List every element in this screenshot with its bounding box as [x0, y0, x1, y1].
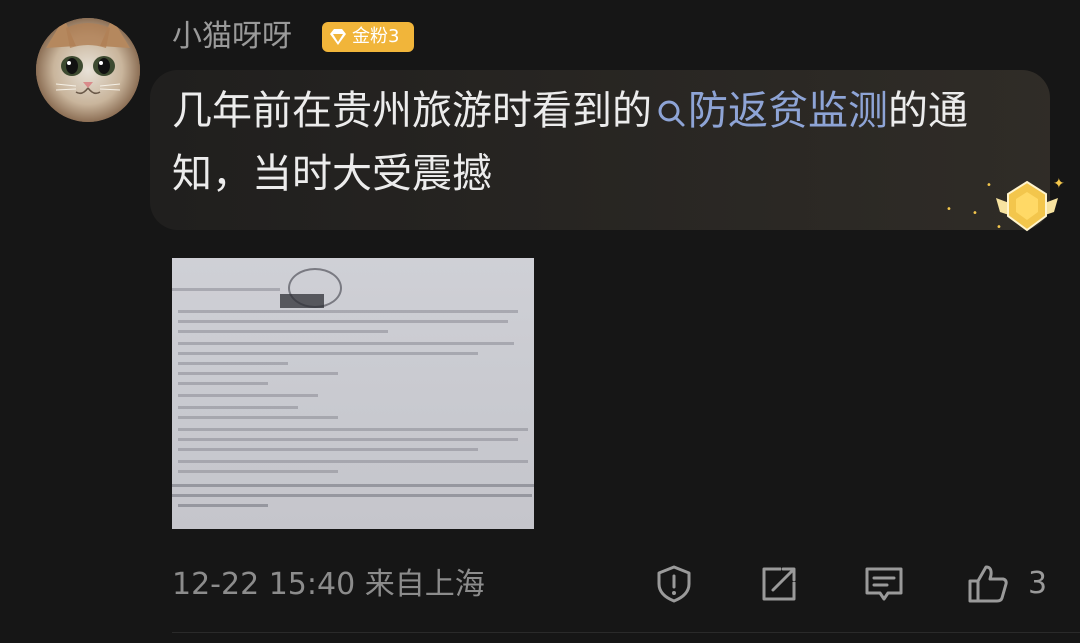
sparkle-icon: •	[972, 208, 978, 219]
comment-icon	[865, 567, 903, 601]
search-icon	[658, 100, 685, 127]
timestamp: 12-22 15:40	[172, 567, 356, 602]
sparkle-icon: •	[996, 222, 1002, 233]
reply-button[interactable]	[862, 562, 906, 606]
username[interactable]: 小猫呀呀	[172, 14, 292, 60]
comment-meta: 12-22 15:40 来自上海	[172, 560, 485, 610]
sparkle-icon: ✦	[1053, 176, 1065, 192]
topic-link-label: 防返贫监测	[688, 88, 888, 134]
share-icon	[762, 567, 796, 601]
attached-image[interactable]	[172, 258, 534, 529]
sparkle-icon: •	[986, 180, 992, 191]
document-stamp	[280, 294, 324, 308]
fan-badge-icon	[330, 29, 346, 45]
like-button[interactable]	[966, 562, 1010, 606]
divider	[172, 632, 1080, 633]
thumbs-up-icon	[968, 565, 1008, 603]
report-button[interactable]	[652, 562, 696, 606]
topic-link[interactable]: 防返贫监测	[652, 88, 888, 134]
report-icon	[657, 565, 691, 603]
like-count: 3	[1028, 566, 1048, 601]
badge-label: 金粉3	[352, 26, 400, 47]
sparkle-icon: •	[946, 204, 952, 215]
comment-text: 几年前在贵州旅游时看到的 防返贫监测的通知，当时大受震撼	[172, 80, 1032, 206]
location: 来自上海	[364, 567, 485, 602]
comment-text-before: 几年前在贵州旅游时看到的	[172, 88, 652, 134]
avatar[interactable]	[36, 18, 140, 122]
cat-avatar-image	[36, 18, 140, 122]
share-button[interactable]	[757, 562, 801, 606]
fan-badge[interactable]: 金粉3	[322, 22, 414, 52]
